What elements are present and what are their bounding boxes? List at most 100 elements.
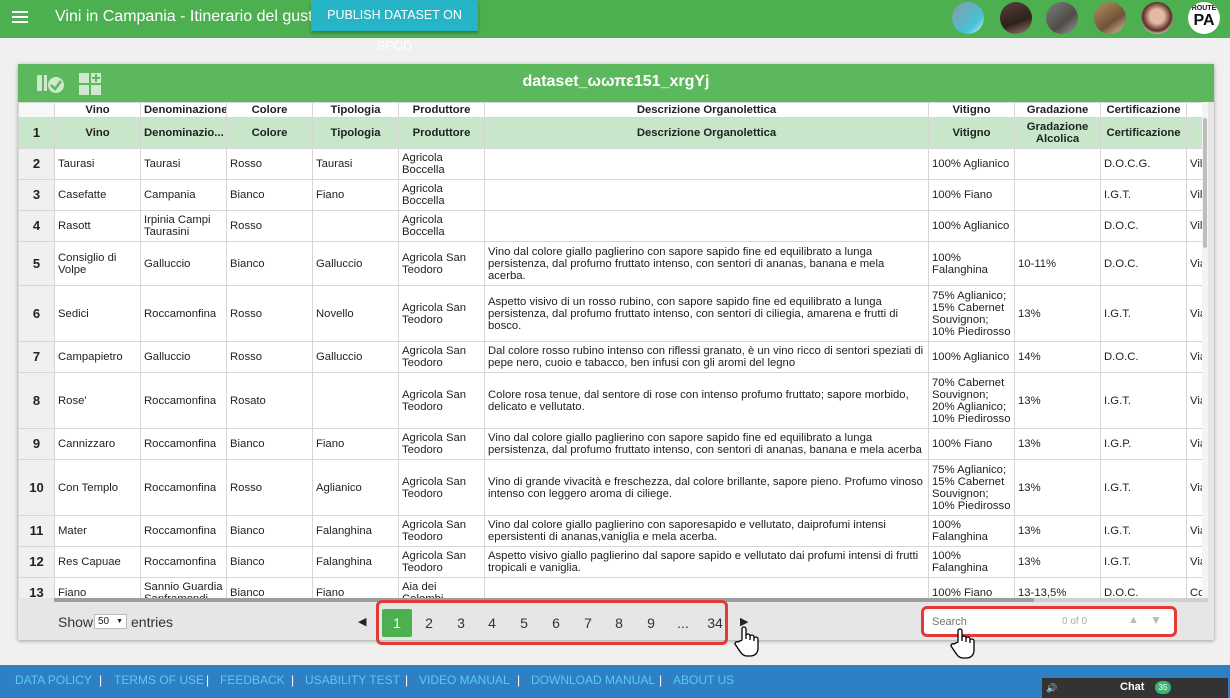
user-avatar[interactable] [1141, 2, 1173, 34]
table-cell[interactable]: Consiglio di Volpe [54, 241, 141, 286]
table-cell[interactable]: Campania [140, 179, 227, 211]
table-cell[interactable]: Roccamonfina [140, 459, 227, 516]
table-cell[interactable]: Aspetto visivo di un rosso rubino, con s… [484, 285, 929, 342]
table-cell[interactable]: 10-11% [1014, 241, 1101, 286]
page-button[interactable]: 4 [477, 609, 507, 637]
table-cell[interactable]: Bianco [226, 546, 313, 578]
page-button[interactable]: ... [668, 609, 698, 637]
table-cell[interactable] [1014, 210, 1101, 242]
row-number[interactable]: 11 [18, 515, 55, 547]
table-cell[interactable]: Sedici [54, 285, 141, 342]
table-cell[interactable]: Rosso [226, 210, 313, 242]
row-number[interactable]: 9 [18, 428, 55, 460]
table-cell[interactable] [312, 372, 399, 429]
footer-link-data-policy[interactable]: DATA POLICY [15, 673, 92, 687]
search-prev-icon[interactable]: ▲ [1128, 614, 1139, 626]
table-cell[interactable]: I.G.P. [1100, 428, 1187, 460]
column-header-top[interactable]: Certificazione [1100, 102, 1187, 118]
page-button-active[interactable]: 1 [382, 609, 412, 637]
table-cell[interactable]: D.O.C. [1100, 241, 1187, 286]
table-cell[interactable]: Fiano [312, 577, 399, 598]
table-cell[interactable]: 75% Aglianico; 15% Cabernet Souvignon; 1… [928, 285, 1015, 342]
table-cell[interactable]: Roccamonfina [140, 428, 227, 460]
table-cell[interactable]: Bianco [226, 241, 313, 286]
footer-link-terms-of-use[interactable]: TERMS OF USE [114, 673, 204, 687]
table-cell[interactable]: 100% Falanghina [928, 241, 1015, 286]
table-cell[interactable]: Agricola Boccella [398, 210, 485, 242]
table-cell[interactable]: Con Templo [54, 459, 141, 516]
table-cell[interactable] [484, 577, 929, 598]
table-cell[interactable]: Taurasi [140, 148, 227, 180]
publish-dataset-button[interactable]: PUBLISH DATASET ON SPOD [311, 0, 478, 53]
table-cell[interactable]: D.O.C. [1100, 210, 1187, 242]
row-number[interactable]: 13 [18, 577, 55, 598]
table-cell[interactable]: Vino di grande vivacità e freschezza, da… [484, 459, 929, 516]
column-header-top[interactable]: Colore [226, 102, 313, 118]
table-cell[interactable]: Fiano [312, 428, 399, 460]
table-cell[interactable]: Campapietro [54, 341, 141, 373]
table-cell[interactable]: 100% Fiano [928, 179, 1015, 211]
table-cell[interactable]: Galluccio [312, 241, 399, 286]
table-cell[interactable]: Aia dei Colombi [398, 577, 485, 598]
table-cell[interactable]: Res Capuae [54, 546, 141, 578]
header-cell[interactable]: Descrizione Organolettica [484, 117, 929, 149]
page-size-select[interactable]: 50 ▼ [94, 614, 127, 629]
row-number[interactable]: 5 [18, 241, 55, 286]
table-cell[interactable]: Taurasi [54, 148, 141, 180]
row-number[interactable]: 4 [18, 210, 55, 242]
table-cell[interactable]: I.G.T. [1100, 372, 1187, 429]
table-cell[interactable]: Agricola San Teodoro [398, 372, 485, 429]
table-cell[interactable]: I.G.T. [1100, 179, 1187, 211]
table-cell[interactable]: Agricola Boccella [398, 179, 485, 211]
page-button[interactable]: 8 [604, 609, 634, 637]
table-cell[interactable]: 100% Fiano [928, 577, 1015, 598]
table-cell[interactable]: 14% [1014, 341, 1101, 373]
user-avatar[interactable] [1094, 2, 1126, 34]
table-cell[interactable]: Agricola San Teodoro [398, 428, 485, 460]
table-cell[interactable]: 13% [1014, 546, 1101, 578]
table-cell[interactable]: D.O.C.G. [1100, 148, 1187, 180]
table-cell[interactable]: Rasott [54, 210, 141, 242]
table-cell[interactable]: Agricola San Teodoro [398, 241, 485, 286]
table-cell[interactable]: Colore rosa tenue, dal sentore di rose c… [484, 372, 929, 429]
table-cell[interactable] [484, 210, 929, 242]
table-cell[interactable]: Rose' [54, 372, 141, 429]
table-cell[interactable]: Irpinia Campi Taurasini [140, 210, 227, 242]
table-cell[interactable]: Casefatte [54, 179, 141, 211]
search-next-icon[interactable]: ▼ [1150, 613, 1162, 627]
table-cell[interactable]: 70% Cabernet Souvignon; 20% Aglianico; 1… [928, 372, 1015, 429]
user-avatar[interactable] [1000, 2, 1032, 34]
chat-bar[interactable]: 🔊 Chat 35 [1042, 678, 1228, 698]
table-cell[interactable]: 13-13,5% [1014, 577, 1101, 598]
page-button[interactable]: 7 [573, 609, 603, 637]
table-cell[interactable]: 100% Fiano [928, 428, 1015, 460]
row-number[interactable]: 7 [18, 341, 55, 373]
row-number[interactable]: 3 [18, 179, 55, 211]
column-header-top[interactable]: Tipologia [312, 102, 399, 118]
footer-link-video-manual[interactable]: VIDEO MANUAL [419, 673, 510, 687]
header-cell[interactable]: Colore [226, 117, 313, 149]
column-header-top[interactable]: Vino [54, 102, 141, 118]
row-number[interactable]: 12 [18, 546, 55, 578]
row-number[interactable]: 10 [18, 459, 55, 516]
table-cell[interactable]: Dal colore rosso rubino intenso con rifl… [484, 341, 929, 373]
table-cell[interactable]: Roccamonfina [140, 546, 227, 578]
table-cell[interactable]: Rosso [226, 341, 313, 373]
table-cell[interactable] [1014, 179, 1101, 211]
table-cell[interactable]: Roccamonfina [140, 285, 227, 342]
table-cell[interactable]: Galluccio [312, 341, 399, 373]
table-cell[interactable]: 13% [1014, 428, 1101, 460]
table-cell[interactable]: Agricola San Teodoro [398, 341, 485, 373]
table-cell[interactable]: Bianco [226, 515, 313, 547]
menu-icon[interactable] [12, 9, 30, 27]
table-cell[interactable]: Fiano [54, 577, 141, 598]
header-cell[interactable]: Vino [54, 117, 141, 149]
table-cell[interactable]: Agricola San Teodoro [398, 515, 485, 547]
table-cell[interactable]: 13% [1014, 515, 1101, 547]
table-cell[interactable]: Sannio Guardia Sanframondi [140, 577, 227, 598]
table-cell[interactable]: Rosso [226, 148, 313, 180]
table-cell[interactable]: I.G.T. [1100, 515, 1187, 547]
data-grid[interactable]: Vino Denominazione Colore Tipologia Produtto… [18, 102, 1208, 598]
user-avatar[interactable] [1046, 2, 1078, 34]
page-button[interactable]: 6 [541, 609, 571, 637]
